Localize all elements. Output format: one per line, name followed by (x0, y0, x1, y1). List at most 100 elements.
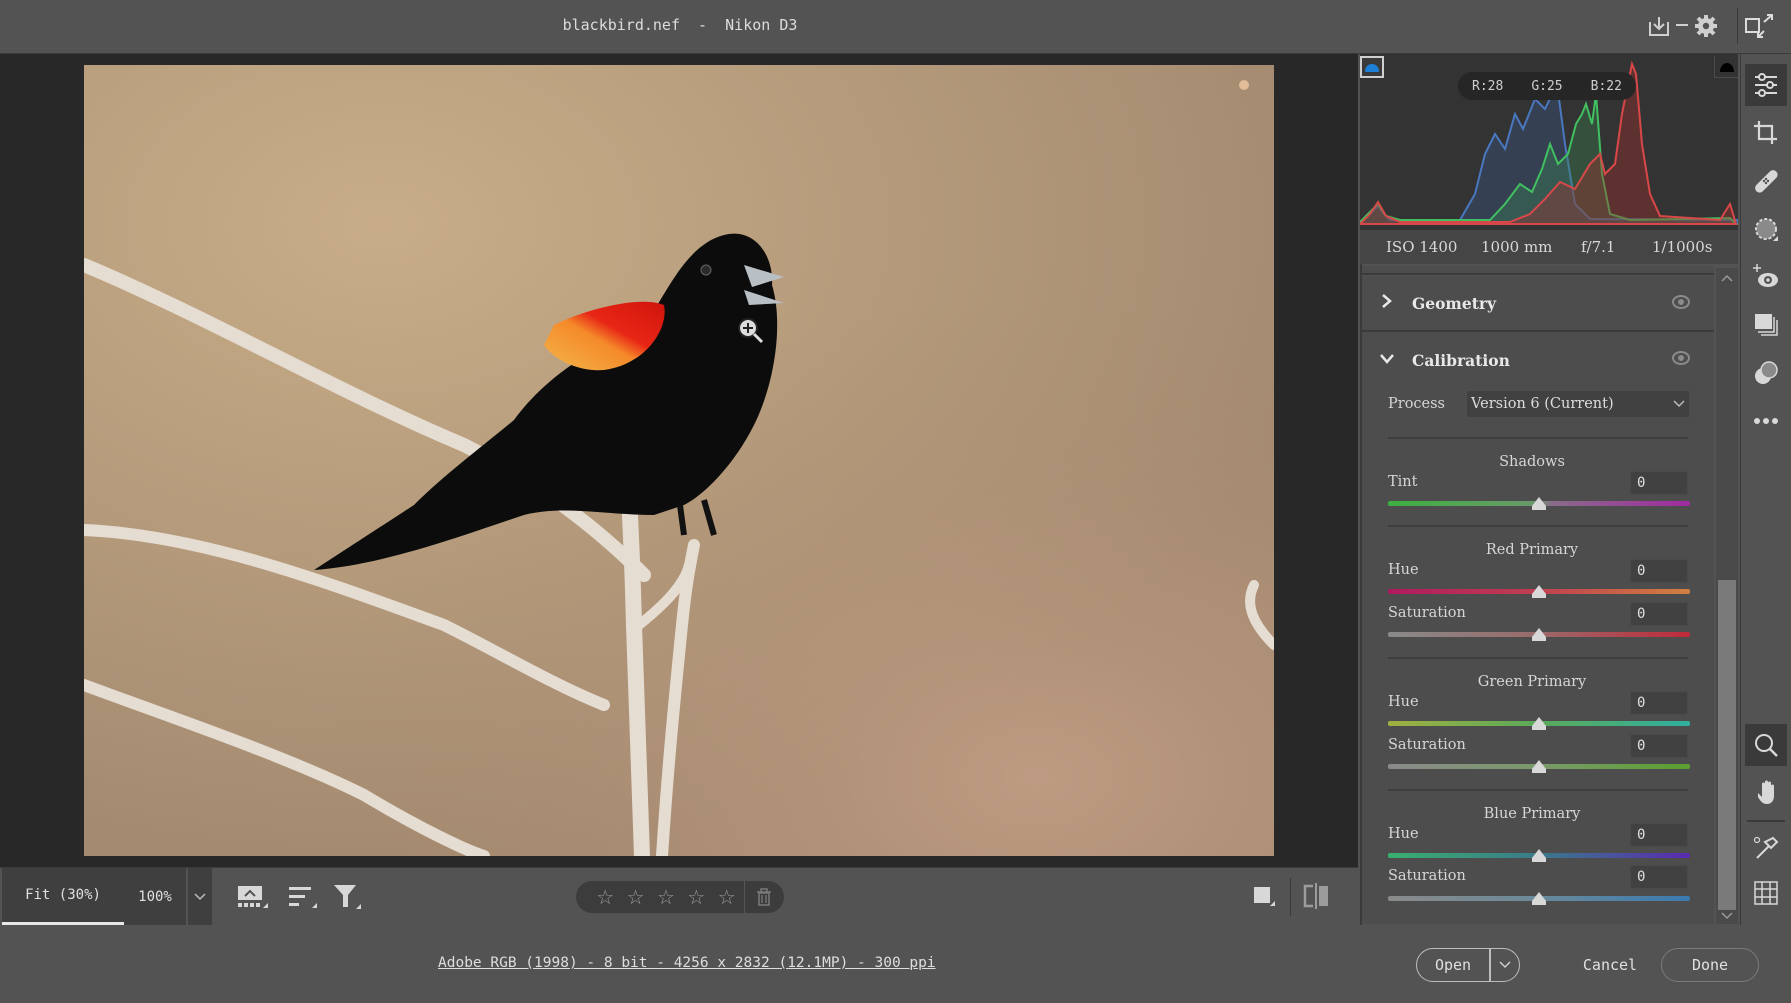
red-primary-heading: Red Primary (1485, 542, 1579, 558)
snapshots-icon[interactable] (1745, 352, 1787, 394)
filter-icon[interactable] (333, 883, 363, 911)
shadows-tint-label: Tint (1388, 474, 1418, 490)
single-view-icon[interactable] (1252, 884, 1276, 908)
chevron-down-icon (194, 892, 206, 900)
open-options-dropdown[interactable] (1491, 961, 1519, 969)
rgb-readout: R:28 G:25 B:22 (1458, 72, 1636, 100)
panel-stub (1362, 266, 1714, 275)
process-version-value: Version 6 (Current) (1471, 396, 1614, 412)
red-eye-icon[interactable] (1745, 256, 1787, 298)
red-hue-input[interactable]: 0 (1630, 559, 1688, 583)
masking-icon[interactable] (1745, 208, 1787, 250)
chevron-down-icon (1362, 350, 1412, 370)
zoom-icon[interactable] (1745, 724, 1787, 766)
chevron-down-icon (1498, 961, 1511, 969)
green-saturation-label: Saturation (1388, 737, 1466, 753)
divider (1388, 789, 1688, 791)
crop-icon[interactable] (1745, 112, 1787, 154)
red-saturation-thumb[interactable] (1532, 628, 1546, 641)
red-value: R:28 (1472, 78, 1504, 94)
trash-icon[interactable] (745, 888, 784, 906)
zoom-100-button[interactable]: 100% (124, 868, 186, 925)
rating-star-1[interactable]: ☆ (590, 881, 620, 913)
zoom-100-label: 100% (138, 888, 172, 905)
tool-divider (1747, 820, 1785, 822)
blue-hue-thumb[interactable] (1532, 849, 1546, 862)
blue-saturation-input[interactable]: 0 (1630, 865, 1688, 889)
calibration-title: Calibration (1412, 350, 1510, 370)
red-hue-thumb[interactable] (1532, 585, 1546, 598)
photo-illustration (84, 65, 1274, 856)
preferences-gear-icon[interactable] (1694, 14, 1718, 38)
green-saturation-input[interactable]: 0 (1630, 734, 1688, 758)
save-download-icon[interactable] (1647, 14, 1671, 38)
title-bar: blackbird.nef - Nikon D3 (0, 0, 1791, 54)
zoom-fit-button[interactable]: Fit (30%) (2, 868, 124, 925)
scrollbar-thumb[interactable] (1718, 580, 1736, 910)
geometry-section-header[interactable]: Geometry (1362, 276, 1714, 332)
chevron-down-icon (1673, 400, 1685, 408)
open-button[interactable]: Open (1417, 956, 1489, 974)
green-hue-thumb[interactable] (1532, 717, 1546, 730)
more-icon[interactable] (1745, 400, 1787, 442)
edit-sliders-icon[interactable] (1745, 64, 1787, 106)
presets-icon[interactable] (1745, 304, 1787, 346)
green-value: G:25 (1531, 78, 1563, 94)
scroll-down-icon[interactable] (1720, 906, 1734, 920)
shadows-tint-input[interactable]: 0 (1630, 471, 1688, 495)
cancel-button[interactable]: Cancel (1560, 948, 1660, 982)
color-sampler-icon[interactable] (1745, 826, 1787, 868)
divider (1388, 437, 1688, 439)
chevron-right-icon (1362, 293, 1412, 314)
calibration-section-header[interactable]: Calibration (1362, 332, 1714, 388)
process-label: Process (1388, 396, 1446, 412)
zoom-level-dropdown[interactable] (188, 868, 212, 925)
blue-saturation-label: Saturation (1388, 868, 1466, 884)
grid-icon[interactable] (1745, 872, 1787, 914)
green-saturation-thumb[interactable] (1532, 760, 1546, 773)
blue-hue-label: Hue (1388, 826, 1419, 842)
title-divider (1737, 8, 1738, 44)
open-button-group: Open (1416, 948, 1520, 982)
blue-saturation-thumb[interactable] (1532, 892, 1546, 905)
tool-strip (1740, 54, 1791, 925)
process-version-dropdown[interactable]: Version 6 (Current) (1467, 391, 1689, 417)
healing-bandage-icon[interactable] (1745, 160, 1787, 202)
rating-star-5[interactable]: ☆ (712, 881, 742, 913)
focal-length-value: 1000 mm (1481, 238, 1553, 256)
zoom-fit-label: Fit (30%) (25, 887, 101, 903)
done-button[interactable]: Done (1661, 948, 1759, 982)
shadows-heading: Shadows (1499, 454, 1565, 470)
blue-hue-input[interactable]: 0 (1630, 823, 1688, 847)
shadows-tint-thumb[interactable] (1532, 497, 1546, 510)
visibility-eye-icon[interactable] (1672, 351, 1690, 365)
blue-value: B:22 (1590, 78, 1622, 94)
separator-dash (1676, 24, 1688, 26)
shadow-clip-icon[interactable] (1360, 56, 1384, 78)
workflow-options-link[interactable]: Adobe RGB (1998) - 8 bit - 4256 x 2832 (… (438, 955, 936, 971)
before-after-icon[interactable] (1302, 883, 1330, 909)
hand-icon[interactable] (1745, 771, 1787, 813)
green-hue-label: Hue (1388, 694, 1419, 710)
rating-star-4[interactable]: ☆ (681, 881, 711, 913)
rating-bar: ☆ ☆ ☆ ☆ ☆ (576, 881, 784, 913)
photo-preview[interactable] (84, 65, 1274, 856)
window-title: blackbird.nef - Nikon D3 (562, 16, 798, 34)
geometry-title: Geometry (1412, 293, 1497, 313)
filmstrip-icon[interactable] (237, 884, 269, 910)
aperture-value: f/7.1 (1581, 238, 1616, 256)
sort-icon[interactable] (288, 884, 318, 910)
green-hue-input[interactable]: 0 (1630, 691, 1688, 715)
red-saturation-input[interactable]: 0 (1630, 602, 1688, 626)
fullscreen-toggle-icon[interactable] (1744, 13, 1778, 39)
highlight-clip-icon[interactable] (1714, 56, 1738, 78)
toolbar-divider (1290, 878, 1291, 916)
visibility-eye-icon[interactable] (1672, 295, 1690, 309)
divider (1388, 657, 1688, 659)
rating-star-3[interactable]: ☆ (651, 881, 681, 913)
blue-primary-heading: Blue Primary (1483, 806, 1581, 822)
iso-value: ISO 1400 (1386, 238, 1458, 256)
rating-star-2[interactable]: ☆ (620, 881, 650, 913)
scroll-up-icon[interactable] (1720, 268, 1734, 282)
green-primary-heading: Green Primary (1477, 674, 1587, 690)
